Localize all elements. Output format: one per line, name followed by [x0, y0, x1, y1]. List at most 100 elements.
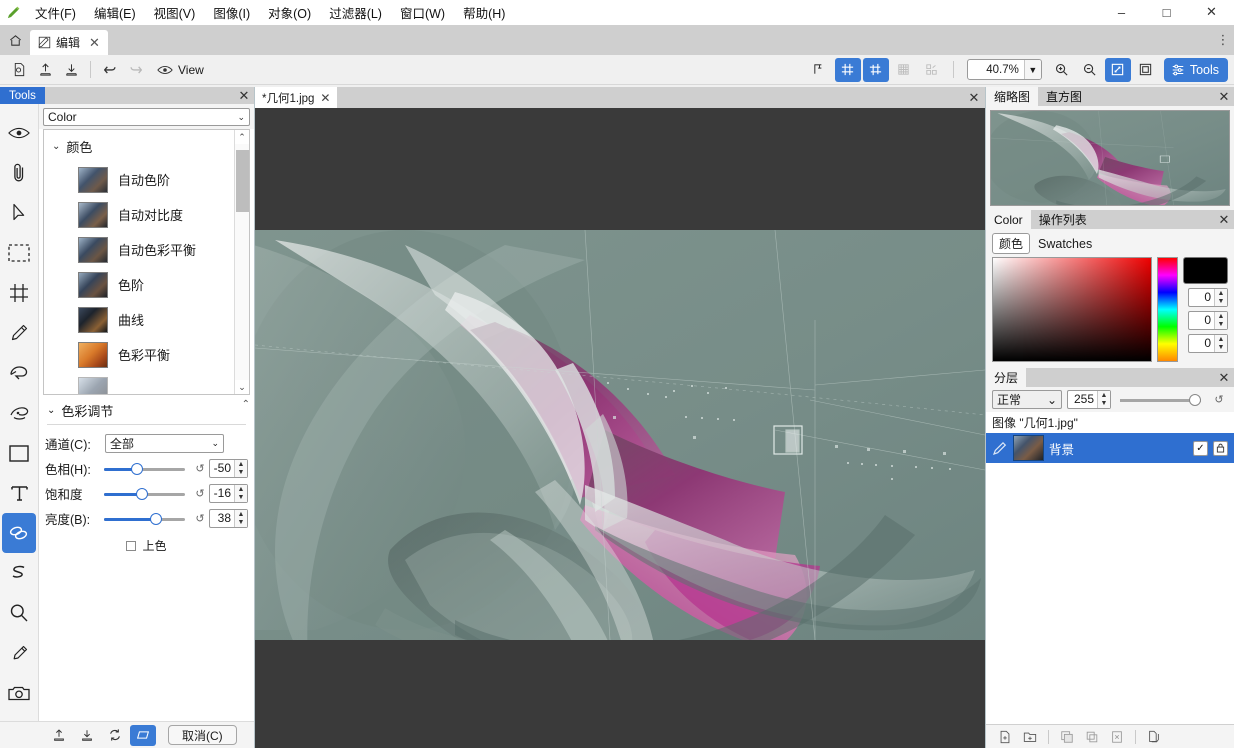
saturation-reset-icon[interactable]: ↺ — [191, 487, 209, 500]
filter-category-combo[interactable]: Color ⌄ — [43, 108, 250, 126]
rectangle-icon[interactable] — [2, 433, 36, 473]
stepper-down-icon[interactable]: ▼ — [1215, 321, 1227, 330]
zoom-icon[interactable] — [2, 593, 36, 633]
text-icon[interactable] — [2, 473, 36, 513]
marquee-select-icon[interactable] — [2, 233, 36, 273]
redo-icon[interactable] — [123, 58, 149, 82]
channel-g-buttons[interactable]: ▲▼ — [1214, 312, 1227, 329]
zoom-level-combo[interactable]: 40.7% ▼ — [967, 59, 1042, 80]
channel-select[interactable]: 全部 ⌄ — [105, 434, 224, 453]
eye-icon[interactable] — [2, 113, 36, 153]
close-icon[interactable]: ✕ — [85, 35, 100, 51]
brightness-stepper-buttons[interactable]: ▲▼ — [234, 510, 247, 527]
grid-icon[interactable] — [891, 58, 917, 82]
brush-icon[interactable] — [2, 313, 36, 353]
scroll-up-icon[interactable]: ⌃ — [235, 130, 250, 144]
actual-size-icon[interactable] — [1133, 58, 1159, 82]
document-tab[interactable]: *几何1.jpg ✕ — [255, 87, 337, 108]
zoom-out-icon[interactable] — [1077, 58, 1103, 82]
stepper-down-icon[interactable]: ▼ — [235, 519, 247, 528]
menu-object[interactable]: 对象(O) — [259, 0, 320, 25]
close-icon[interactable]: ✕ — [1214, 210, 1234, 229]
stepper-down-icon[interactable]: ▼ — [1215, 298, 1227, 307]
menu-filter[interactable]: 过滤器(L) — [320, 0, 391, 25]
stepper-up-icon[interactable]: ▲ — [1215, 289, 1227, 298]
colorize-row[interactable]: 上色 — [45, 531, 248, 554]
paperclip-icon[interactable] — [2, 153, 36, 193]
shape-s-icon[interactable] — [2, 553, 36, 593]
collapse-icon[interactable]: ⌃ — [242, 399, 250, 410]
lasso-icon[interactable] — [2, 353, 36, 393]
menu-help[interactable]: 帮助(H) — [454, 0, 514, 25]
navigator-thumbnail[interactable] — [990, 110, 1230, 206]
tab-histogram[interactable]: 直方图 — [1038, 87, 1090, 106]
table-row[interactable]: 背景 ✓ — [986, 433, 1234, 463]
blend-mode-select[interactable]: 正常 ⌄ — [992, 390, 1062, 409]
zoom-in-icon[interactable] — [1049, 58, 1075, 82]
tab-layers[interactable]: 分层 — [986, 368, 1026, 387]
zoom-level-value[interactable]: 40.7% — [968, 64, 1024, 76]
stepper-up-icon[interactable]: ▲ — [1215, 312, 1227, 321]
crop-pin-alt-icon[interactable] — [863, 58, 889, 82]
colorize-checkbox[interactable] — [126, 541, 136, 551]
duplicate-layer-icon[interactable] — [1056, 727, 1078, 746]
close-icon[interactable]: ✕ — [320, 91, 330, 105]
home-icon[interactable] — [0, 25, 30, 55]
new-group-icon[interactable] — [1019, 727, 1041, 746]
channel-r-stepper[interactable]: 0 ▲▼ — [1188, 288, 1228, 307]
minimize-button[interactable]: – — [1099, 0, 1144, 25]
new-layer-icon[interactable] — [994, 727, 1016, 746]
load-preset-icon[interactable] — [46, 725, 72, 746]
workspace-tab-edit[interactable]: 编辑 ✕ — [30, 30, 108, 55]
tab-color[interactable]: Color — [986, 210, 1031, 229]
filter-list-scrollbar[interactable]: ⌃ ⌄ — [234, 130, 249, 394]
saturation-slider[interactable] — [104, 485, 185, 503]
channel-b-buttons[interactable]: ▲▼ — [1214, 335, 1227, 352]
delete-layer-icon[interactable] — [1106, 727, 1128, 746]
brightness-reset-icon[interactable]: ↺ — [191, 512, 209, 525]
saturation-stepper-buttons[interactable]: ▲▼ — [234, 485, 247, 502]
maximize-button[interactable]: □ — [1144, 0, 1189, 25]
copy-layer-icon[interactable] — [1143, 727, 1165, 746]
tab-thumbnail[interactable]: 缩略图 — [986, 87, 1038, 106]
list-item[interactable] — [44, 372, 234, 394]
new-document-icon[interactable] — [6, 58, 32, 82]
close-icon[interactable]: ✕ — [1214, 87, 1234, 106]
list-item[interactable]: 色阶 — [44, 267, 234, 302]
hue-bar[interactable] — [1157, 257, 1178, 362]
list-item[interactable]: 自动色阶 — [44, 162, 234, 197]
channel-r-buttons[interactable]: ▲▼ — [1214, 289, 1227, 306]
stepper-up-icon[interactable]: ▲ — [1215, 335, 1227, 344]
stepper-down-icon[interactable]: ▼ — [235, 469, 247, 478]
chain-link-icon[interactable] — [2, 513, 36, 553]
menu-image[interactable]: 图像(I) — [204, 0, 259, 25]
save-preset-icon[interactable] — [74, 725, 100, 746]
smudge-icon[interactable] — [2, 393, 36, 433]
slider-knob[interactable] — [150, 513, 162, 525]
fit-screen-icon[interactable] — [1105, 58, 1131, 82]
stepper-up-icon[interactable]: ▲ — [1098, 391, 1110, 400]
close-icon[interactable]: ✕ — [963, 87, 985, 108]
list-item[interactable]: 色彩平衡 — [44, 337, 234, 372]
grid-snap-icon[interactable] — [919, 58, 945, 82]
stepper-down-icon[interactable]: ▼ — [235, 494, 247, 503]
channel-g-value[interactable]: 0 — [1189, 312, 1214, 329]
brightness-value[interactable]: 38 — [210, 510, 234, 527]
hue-reset-icon[interactable]: ↺ — [191, 462, 209, 475]
pointer-icon[interactable] — [2, 193, 36, 233]
hue-value[interactable]: -50 — [210, 460, 234, 477]
channel-b-stepper[interactable]: 0 ▲▼ — [1188, 334, 1228, 353]
stepper-down-icon[interactable]: ▼ — [1098, 400, 1110, 409]
align-icon[interactable] — [807, 58, 833, 82]
opacity-stepper-buttons[interactable]: ▲▼ — [1097, 391, 1110, 408]
brightness-slider[interactable] — [104, 510, 185, 528]
brightness-stepper[interactable]: 38 ▲▼ — [209, 509, 248, 528]
saturation-value-field[interactable] — [992, 257, 1152, 362]
opacity-reset-icon[interactable]: ↺ — [1210, 393, 1228, 406]
list-item[interactable]: 曲线 — [44, 302, 234, 337]
camera-icon[interactable] — [2, 673, 36, 713]
refresh-icon[interactable] — [102, 725, 128, 746]
color-adjust-header[interactable]: ⌄ 色彩调节 — [45, 399, 248, 421]
hue-slider[interactable] — [104, 460, 185, 478]
view-toggle[interactable]: View — [149, 58, 212, 82]
